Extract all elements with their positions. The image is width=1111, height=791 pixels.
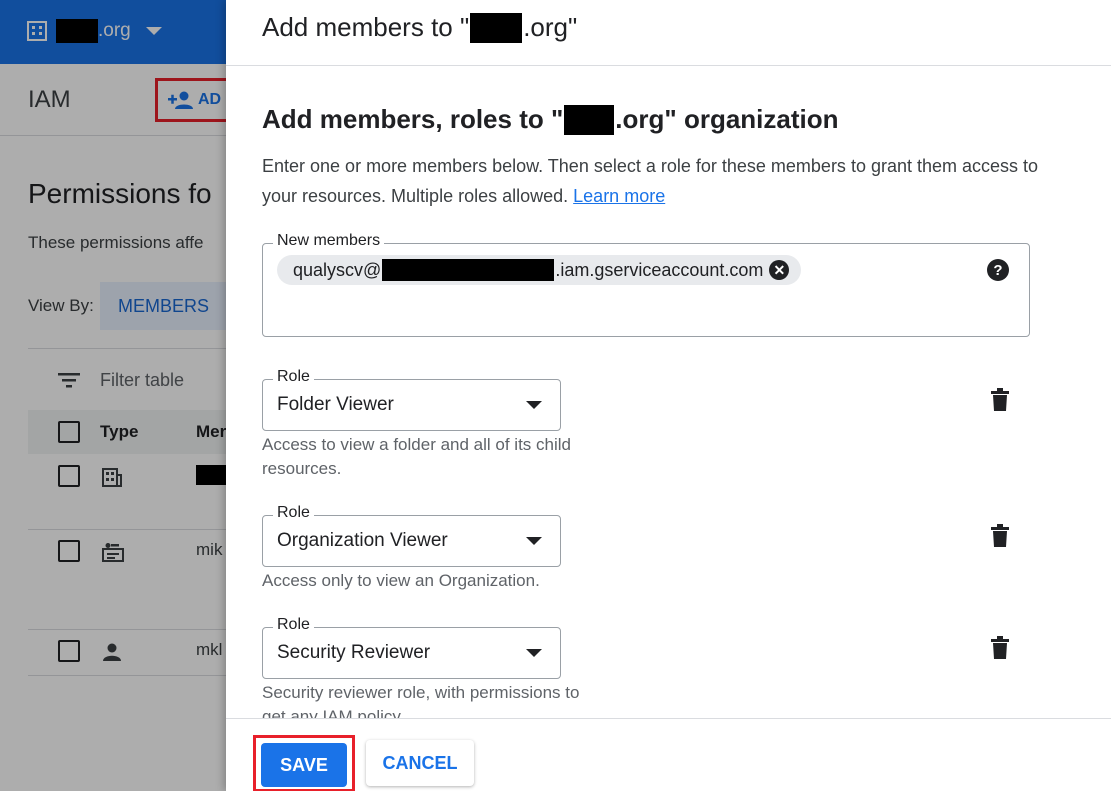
panel-footer: SAVE CANCEL bbox=[226, 718, 1111, 791]
panel-title-suffix: .org" bbox=[523, 12, 578, 42]
dropdown-arrow-icon bbox=[526, 649, 542, 657]
redacted-account-id bbox=[382, 259, 555, 281]
delete-role-icon[interactable] bbox=[990, 388, 1010, 412]
member-chip: qualyscv@ .iam.gserviceaccount.com ✕ bbox=[277, 255, 802, 285]
member-chip-suffix: .iam.gserviceaccount.com bbox=[555, 259, 764, 280]
new-members-field[interactable]: New members qualyscv@ .iam.gserviceaccou… bbox=[262, 232, 1030, 337]
role-description: Access only to view an Organization. bbox=[262, 571, 540, 590]
role-select-1[interactable]: Role Folder Viewer bbox=[262, 368, 561, 431]
role-value: Security Reviewer bbox=[277, 642, 431, 663]
role-label: Role bbox=[273, 368, 314, 386]
save-button[interactable]: SAVE bbox=[261, 743, 347, 787]
role-select-3[interactable]: Role Security Reviewer bbox=[262, 616, 561, 679]
redacted-org-name bbox=[470, 12, 523, 43]
dropdown-arrow-icon bbox=[526, 401, 542, 409]
cancel-button[interactable]: CANCEL bbox=[366, 740, 474, 786]
save-highlight: SAVE bbox=[253, 735, 355, 791]
section-title-prefix: Add members, roles to " bbox=[262, 104, 564, 134]
role-select-2[interactable]: Role Organization Viewer bbox=[262, 504, 561, 567]
new-members-label: New members bbox=[273, 232, 385, 250]
delete-role-icon[interactable] bbox=[990, 524, 1010, 548]
help-icon[interactable]: ? bbox=[987, 259, 1009, 281]
role-label: Role bbox=[273, 504, 314, 522]
role-label: Role bbox=[273, 616, 314, 634]
section-title: Add members, roles to " .org" organizati… bbox=[262, 104, 839, 135]
panel-header: Add members to " .org" bbox=[226, 0, 1111, 66]
dropdown-arrow-icon bbox=[526, 537, 542, 545]
delete-role-icon[interactable] bbox=[990, 636, 1010, 660]
panel-title-prefix: Add members to " bbox=[262, 12, 470, 42]
remove-chip-icon[interactable]: ✕ bbox=[769, 260, 790, 280]
intro-text: Enter one or more members below. Then se… bbox=[262, 151, 1052, 211]
learn-more-link[interactable]: Learn more bbox=[573, 186, 665, 206]
add-members-panel: Add members to " .org" Add members, role… bbox=[226, 0, 1111, 791]
member-chip-prefix: qualyscv@ bbox=[293, 259, 382, 280]
role-value: Organization Viewer bbox=[277, 530, 448, 551]
section-title-suffix: .org" organization bbox=[615, 104, 839, 134]
role-description: Access to view a folder and all of its c… bbox=[262, 435, 571, 478]
redacted-org-name bbox=[564, 104, 615, 135]
role-value: Folder Viewer bbox=[277, 394, 394, 415]
panel-title: Add members to " .org" bbox=[262, 12, 577, 43]
